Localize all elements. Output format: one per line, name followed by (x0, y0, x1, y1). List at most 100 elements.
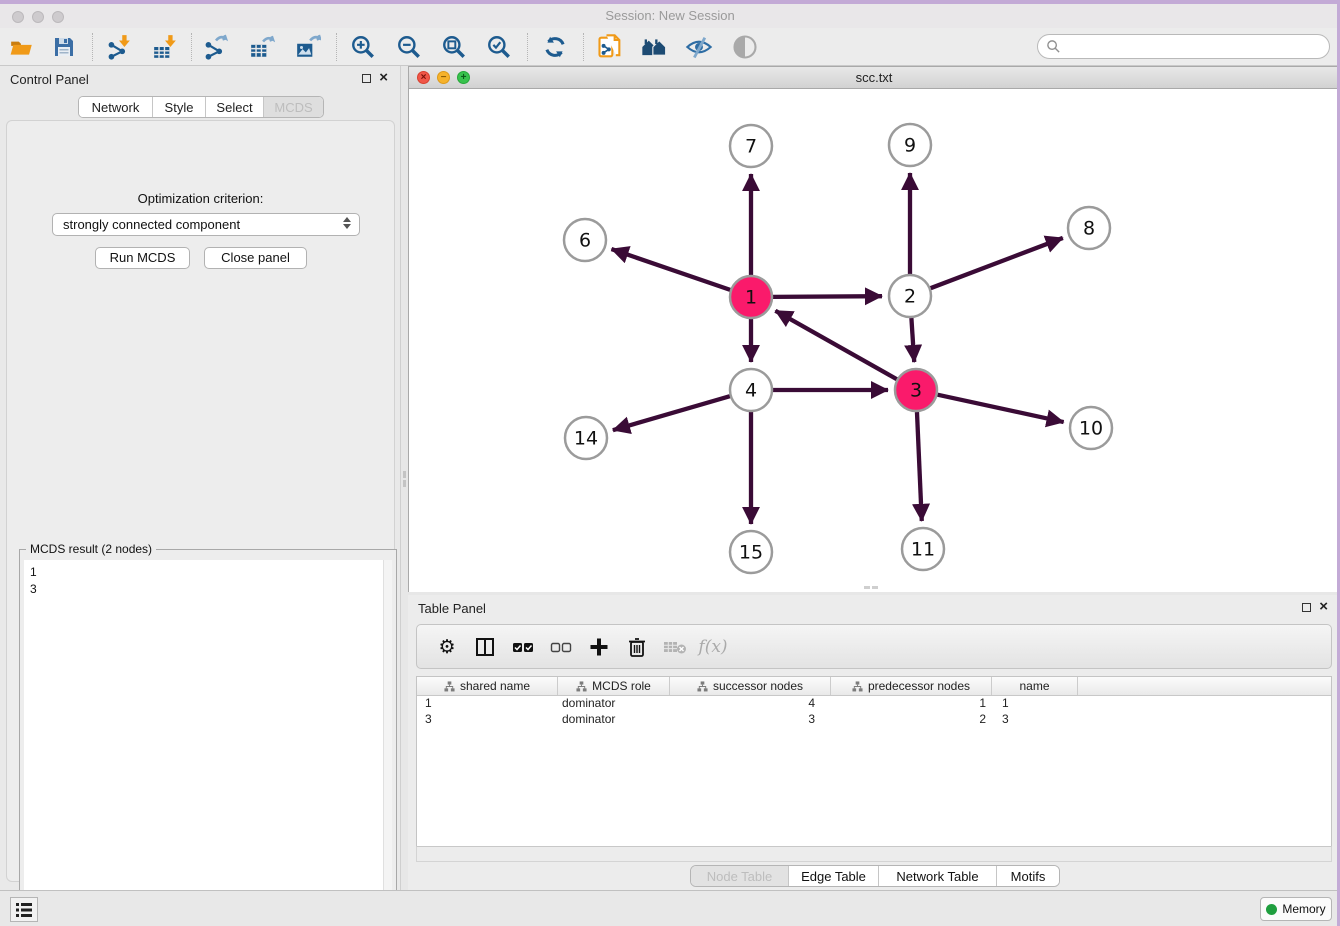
tab-network-table[interactable]: Network Table (879, 866, 997, 886)
show-column-panel-button[interactable] (471, 633, 499, 661)
close-table-panel-icon[interactable]: × (1319, 602, 1328, 612)
unselect-all-button[interactable] (547, 633, 575, 661)
tab-mcds[interactable]: MCDS (264, 97, 323, 117)
network-resize-handle[interactable] (864, 586, 880, 590)
zoom-in-icon (350, 34, 376, 60)
select-chevrons-icon (343, 217, 351, 229)
zoom-selected-button[interactable] (485, 33, 513, 61)
tab-motifs[interactable]: Motifs (997, 866, 1059, 886)
cell-mcds-role[interactable]: dominator (558, 696, 670, 712)
select-all-button[interactable] (509, 633, 537, 661)
export-table-button[interactable] (248, 33, 276, 61)
table-settings-button[interactable]: ⚙ (433, 633, 461, 661)
home-layout-button[interactable] (640, 33, 668, 61)
import-network-button[interactable] (105, 33, 133, 61)
cell-predecessor-nodes[interactable]: 1 (831, 696, 992, 712)
main-area: Control Panel × Network Style Select MCD… (0, 66, 1340, 890)
mcds-result-text[interactable]: 1 3 (24, 560, 392, 926)
tab-network[interactable]: Network (79, 97, 153, 117)
graph-node-label: 4 (745, 380, 757, 402)
export-network-icon (203, 34, 229, 60)
zoom-in-button[interactable] (349, 33, 377, 61)
open-folder-icon (9, 34, 35, 60)
criterion-select[interactable]: strongly connected component (52, 213, 360, 236)
table-row[interactable]: 1 dominator 4 1 1 (417, 696, 1331, 712)
tab-edge-table[interactable]: Edge Table (789, 866, 879, 886)
network-titlebar[interactable]: × − + scc.txt (409, 67, 1339, 89)
delete-row-button[interactable] (623, 633, 651, 661)
tab-style[interactable]: Style (153, 97, 206, 117)
open-file-button[interactable] (8, 33, 36, 61)
cell-mcds-role[interactable]: dominator (558, 712, 670, 728)
import-table-button[interactable] (151, 33, 179, 61)
cell-shared-name[interactable]: 3 (417, 712, 558, 728)
add-row-button[interactable] (585, 633, 613, 661)
graph-edge[interactable] (911, 318, 914, 362)
delete-table-icon (663, 637, 687, 657)
memory-button[interactable]: Memory (1260, 897, 1332, 921)
tab-node-table[interactable]: Node Table (691, 866, 789, 886)
graph-node-label: 1 (745, 287, 757, 309)
toolbar-separator (191, 33, 192, 61)
zoom-fit-button[interactable] (440, 33, 468, 61)
eye-icon (731, 33, 759, 61)
close-panel-button[interactable]: Close panel (204, 247, 307, 269)
eye-slash-icon (685, 33, 713, 61)
graph-edge[interactable] (775, 311, 896, 379)
toolbar-separator (92, 33, 93, 61)
float-table-panel-icon[interactable] (1302, 603, 1311, 612)
hide-selected-button[interactable] (685, 33, 713, 61)
search-input[interactable] (1037, 34, 1330, 59)
export-network-button[interactable] (202, 33, 230, 61)
import-table-icon (152, 34, 178, 60)
graph-edge[interactable] (613, 396, 730, 430)
table-header-row: shared name MCDS role successor nodes pr… (417, 677, 1331, 696)
table-row[interactable]: 3 dominator 3 2 3 (417, 712, 1331, 728)
column-header-name[interactable]: name (992, 677, 1078, 695)
graph-edge[interactable] (917, 412, 922, 521)
new-network-from-selection-button[interactable] (596, 33, 624, 61)
column-header-shared-name[interactable]: shared name (417, 677, 558, 695)
export-image-button[interactable] (294, 33, 322, 61)
network-graph[interactable]: 7968124314101511 (409, 89, 1340, 592)
cell-predecessor-nodes[interactable]: 2 (831, 712, 992, 728)
graph-edge[interactable] (937, 395, 1063, 422)
zoom-out-button[interactable] (395, 33, 423, 61)
save-icon (52, 35, 76, 59)
task-history-button[interactable] (10, 897, 38, 922)
column-type-icon (852, 681, 863, 692)
cell-successor-nodes[interactable]: 3 (670, 712, 831, 728)
run-mcds-button[interactable]: Run MCDS (95, 247, 190, 269)
refresh-layout-button[interactable] (541, 33, 569, 61)
cell-name[interactable]: 3 (992, 712, 1078, 728)
tab-select[interactable]: Select (206, 97, 264, 117)
column-header-mcds-role[interactable]: MCDS role (558, 677, 670, 695)
save-session-button[interactable] (50, 33, 78, 61)
float-panel-icon[interactable] (362, 74, 371, 83)
window-top-border (0, 0, 1340, 4)
memory-status-icon (1266, 904, 1277, 915)
mcds-result-scrollbar[interactable] (383, 560, 392, 926)
graph-node-label: 2 (904, 286, 916, 308)
cell-successor-nodes[interactable]: 4 (670, 696, 831, 712)
table-toolbar: ⚙ f(x) (416, 624, 1332, 669)
table-horizontal-scrollbar[interactable] (416, 846, 1332, 862)
refresh-icon (542, 34, 568, 60)
network-canvas[interactable]: 7968124314101511 (409, 89, 1339, 592)
close-panel-icon[interactable]: × (379, 73, 388, 83)
cell-shared-name[interactable]: 1 (417, 696, 558, 712)
titlebar: Session: New Session (0, 4, 1340, 28)
zoom-out-icon (396, 34, 422, 60)
column-header-predecessor-nodes[interactable]: predecessor nodes (831, 677, 992, 695)
graph-edge[interactable] (611, 249, 730, 290)
graph-node-label: 9 (904, 135, 916, 157)
cell-name[interactable]: 1 (992, 696, 1078, 712)
graph-edge[interactable] (773, 296, 882, 297)
criterion-value: strongly connected component (63, 217, 240, 232)
splitter-handle[interactable] (401, 468, 408, 490)
column-header-successor-nodes[interactable]: successor nodes (670, 677, 831, 695)
graph-edge[interactable] (931, 238, 1063, 288)
graph-node-label: 6 (579, 230, 591, 252)
show-all-button[interactable] (731, 33, 759, 61)
optimization-criterion-label: Optimization criterion: (7, 191, 394, 206)
